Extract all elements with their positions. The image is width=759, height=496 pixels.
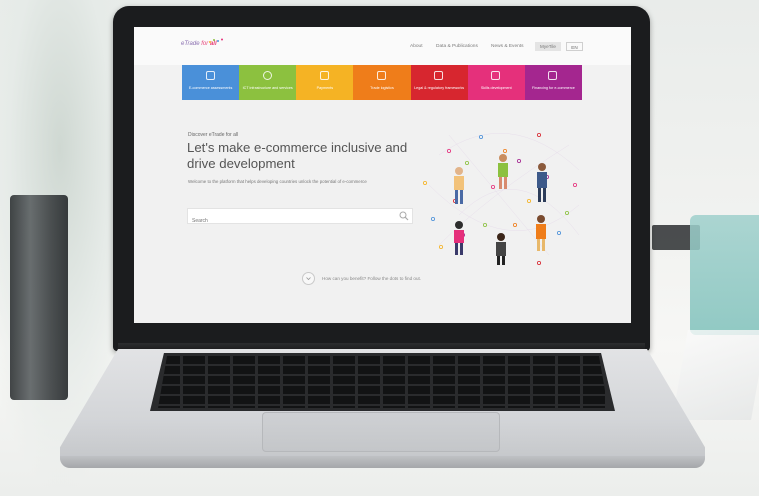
tile-label: Skills development [480, 86, 512, 90]
graduation-cap-icon [491, 71, 501, 80]
tile-legal-regulatory[interactable]: Legal & regulatory frameworks [410, 65, 468, 100]
background-glass [10, 195, 68, 400]
nav-news-events[interactable]: News & Events [491, 44, 524, 49]
cloud-icon [262, 71, 272, 80]
logo-dots-icon [209, 38, 223, 43]
hero-kicker: Discover eTrade for all [188, 132, 239, 138]
coins-icon [548, 71, 558, 80]
language-button[interactable]: EN [566, 42, 583, 51]
keyboard-rows [158, 356, 608, 408]
cart-icon [376, 71, 386, 80]
card-icon [319, 71, 329, 80]
tile-ict-infrastructure[interactable]: ICT infrastructure and services [239, 65, 297, 100]
scroll-down-button[interactable] [302, 272, 315, 285]
tile-label: E-commerce assessments [188, 86, 233, 90]
search-box[interactable] [187, 208, 413, 229]
scales-icon [434, 71, 444, 80]
hero-headline: Let's make e-commerce inclusive and driv… [187, 140, 408, 171]
nav-mytile-button[interactable]: MyeTile [535, 42, 561, 51]
laptop-trackpad [262, 412, 500, 452]
tile-label: Financing for e-commerce [531, 86, 575, 90]
nav-about[interactable]: About [410, 44, 423, 49]
tile-payments[interactable]: Payments [296, 65, 354, 100]
tile-skills-development[interactable]: Skills development [467, 65, 525, 100]
people-network-illustration [423, 132, 580, 265]
laptop-base-edge [60, 456, 705, 468]
benefit-text: How can you benefit? Follow the dots to … [322, 276, 422, 281]
tile-ecommerce-assessments[interactable]: E-commerce assessments [182, 65, 240, 100]
site-header: eTrade for all About Data & Publications… [134, 27, 631, 65]
category-tiles: E-commerce assessments ICT infrastructur… [182, 65, 582, 100]
clipboard-icon [205, 71, 215, 80]
tile-label: Payments [316, 86, 334, 90]
search-icon[interactable] [399, 211, 409, 221]
tile-label: Trade logistics [370, 86, 394, 90]
tile-label: Legal & regulatory frameworks [414, 86, 465, 90]
background-mug [690, 215, 759, 335]
chevron-down-icon [306, 277, 311, 281]
person-figure [454, 167, 464, 204]
hero-subtitle: Welcome to the platform that helps devel… [188, 179, 367, 184]
tile-trade-logistics[interactable]: Trade logistics [353, 65, 411, 100]
logo-prefix: eTrade [181, 41, 200, 47]
tile-financing[interactable]: Financing for e-commerce [524, 65, 582, 100]
laptop-screen: eTrade for all About Data & Publications… [134, 27, 631, 323]
search-input[interactable] [188, 213, 394, 229]
background-paper [672, 330, 759, 420]
tile-label: ICT infrastructure and services [242, 86, 293, 90]
nav-data-publications[interactable]: Data & Publications [436, 44, 478, 49]
